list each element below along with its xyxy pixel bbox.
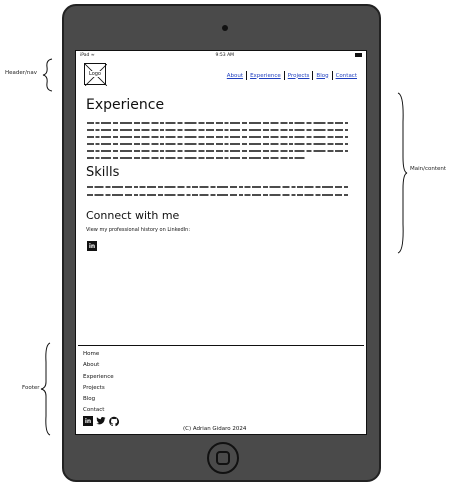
twitter-icon[interactable]: [96, 416, 106, 426]
annotation-main: Main/content: [410, 166, 447, 172]
footer: Home About Experience Projects Blog Cont…: [78, 345, 364, 434]
logo[interactable]: Logo: [84, 63, 107, 86]
tablet-screen: iPad ≈ 9:53 AM Logo About Experience Pro…: [75, 50, 367, 435]
footer-link-blog[interactable]: Blog: [83, 394, 114, 405]
annotation-header: Header/nav: [5, 70, 37, 76]
nav-contact[interactable]: Contact: [333, 73, 360, 79]
experience-placeholder-text: [87, 122, 348, 159]
nav-bar: About Experience Projects Blog Contact: [224, 71, 360, 80]
footer-social-icons: in: [83, 416, 119, 426]
footer-link-home[interactable]: Home: [83, 349, 114, 360]
nav-about[interactable]: About: [224, 73, 246, 79]
brace-main: [397, 92, 408, 254]
skills-placeholder-text: [87, 186, 348, 196]
status-time: 9:53 AM: [215, 52, 235, 58]
footer-copyright: (C) Adrian Gidaro 2024: [183, 426, 247, 432]
home-button[interactable]: [207, 442, 239, 474]
wifi-icon: ≈: [90, 52, 95, 58]
footer-link-about[interactable]: About: [83, 360, 114, 371]
github-icon[interactable]: [109, 416, 119, 426]
linkedin-icon[interactable]: in: [83, 416, 93, 426]
footer-links: Home About Experience Projects Blog Cont…: [83, 349, 114, 417]
camera-dot: [222, 25, 228, 31]
skills-heading: Skills: [86, 165, 120, 180]
footer-link-projects[interactable]: Projects: [83, 383, 114, 394]
annotation-footer: Footer: [22, 385, 40, 391]
battery-icon: [354, 53, 362, 57]
nav-experience[interactable]: Experience: [247, 73, 284, 79]
brace-header: [42, 58, 53, 92]
experience-heading: Experience: [86, 97, 165, 113]
status-device: iPad ≈: [80, 52, 95, 58]
brace-footer: [40, 342, 51, 436]
nav-blog[interactable]: Blog: [313, 73, 331, 79]
logo-label: Logo: [85, 71, 105, 77]
footer-link-experience[interactable]: Experience: [83, 372, 114, 383]
nav-projects[interactable]: Projects: [285, 73, 313, 79]
connect-description: View my professional history on LinkedIn…: [86, 227, 191, 233]
connect-heading: Connect with me: [86, 209, 180, 222]
linkedin-icon[interactable]: in: [87, 241, 97, 251]
status-bar: iPad ≈ 9:53 AM: [76, 51, 366, 59]
